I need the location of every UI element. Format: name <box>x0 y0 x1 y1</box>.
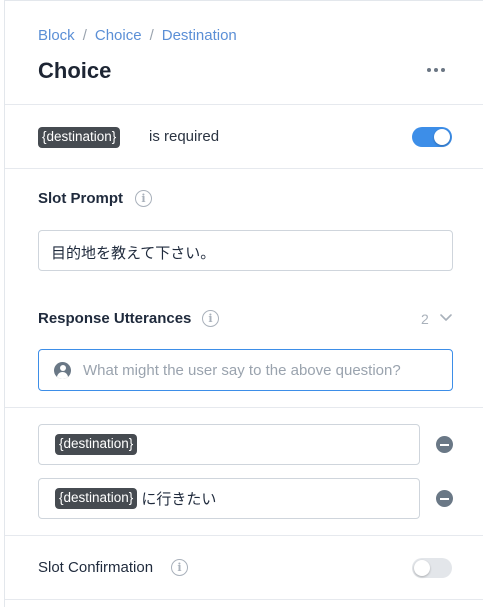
slot-confirmation-row: Slot Confirmation i <box>5 536 483 600</box>
utterance-item[interactable]: {destination} に行きたい <box>38 478 420 519</box>
required-toggle[interactable] <box>412 127 452 147</box>
utterance-text: に行きたい <box>141 490 217 508</box>
breadcrumb-choice[interactable]: Choice <box>95 27 142 44</box>
breadcrumb-separator: / <box>82 27 87 44</box>
panel-header: Block / Choice / Destination Choice <box>5 1 483 105</box>
response-utterances-label: Response Utterances <box>38 310 192 327</box>
utterance-item[interactable]: {destination} <box>38 424 420 465</box>
remove-utterance-icon[interactable] <box>436 436 453 453</box>
more-options-icon[interactable] <box>423 59 449 81</box>
breadcrumb-destination[interactable]: Destination <box>162 27 237 44</box>
slot-tag: {destination} <box>38 127 121 148</box>
user-icon <box>54 362 71 379</box>
slot-tag: {destination} <box>55 488 138 509</box>
remove-utterance-icon[interactable] <box>436 490 453 507</box>
info-icon[interactable]: i <box>135 190 152 207</box>
utterance-placeholder: What might the user say to the above que… <box>83 362 401 379</box>
utterance-count: 2 <box>421 311 429 327</box>
slot-prompt-section: Slot Prompt i 目的地を教えて下さい。 <box>5 169 483 287</box>
slot-prompt-label: Slot Prompt <box>38 190 123 207</box>
utterance-input[interactable]: What might the user say to the above que… <box>38 349 453 391</box>
breadcrumb-separator: / <box>149 27 154 44</box>
required-row: {destination} is required <box>5 105 483 169</box>
utterance-list: {destination} {destination} に行きたい <box>5 408 483 536</box>
info-icon[interactable]: i <box>202 310 219 327</box>
breadcrumb: Block / Choice / Destination <box>38 27 237 44</box>
info-icon[interactable]: i <box>171 559 188 576</box>
chevron-down-icon[interactable] <box>439 312 453 324</box>
slot-confirmation-toggle[interactable] <box>412 558 452 578</box>
slot-prompt-input[interactable]: 目的地を教えて下さい。 <box>38 230 453 271</box>
required-label: is required <box>149 128 220 145</box>
page-title: Choice <box>38 58 112 83</box>
slot-tag: {destination} <box>55 434 138 455</box>
breadcrumb-block[interactable]: Block <box>38 27 75 44</box>
response-utterances-section: Response Utterances i 2 What might the u… <box>5 287 483 408</box>
slot-confirmation-label: Slot Confirmation <box>38 559 154 576</box>
block-editor-panel: Block / Choice / Destination Choice {des… <box>4 0 483 607</box>
